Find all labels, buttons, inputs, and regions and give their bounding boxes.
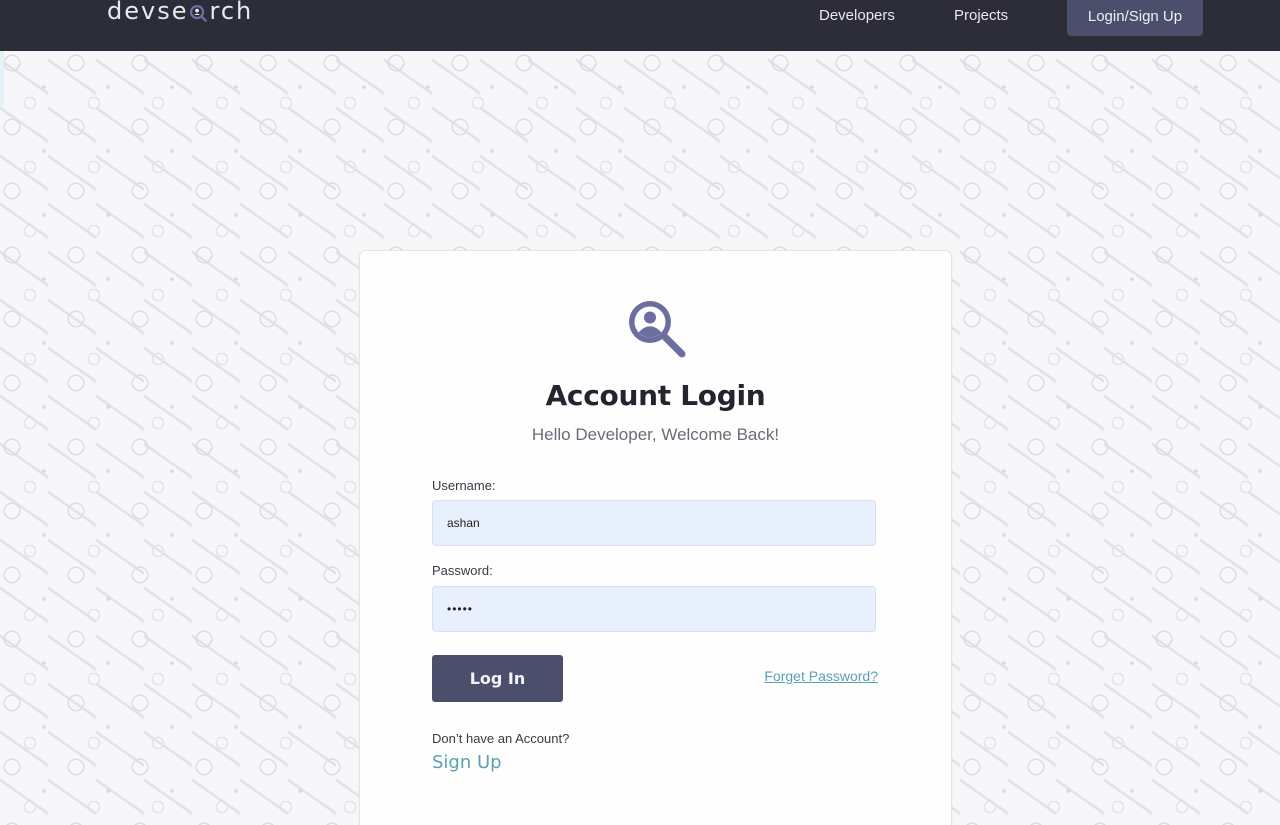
nav-projects-link[interactable]: Projects: [954, 0, 1008, 32]
password-label: Password:: [432, 563, 493, 578]
login-button[interactable]: Log In: [432, 655, 563, 702]
page-edge-strip: [0, 51, 4, 106]
password-input[interactable]: [432, 586, 876, 632]
login-card: Account Login Hello Developer, Welcome B…: [359, 250, 952, 825]
top-navbar: devse rch Developers Projects Login/Sign…: [0, 0, 1280, 51]
page-title: Account Login: [545, 379, 766, 412]
search-person-icon: [190, 4, 208, 22]
nav-login-signup-button[interactable]: Login/Sign Up: [1067, 0, 1203, 36]
signup-link[interactable]: Sign Up: [432, 752, 502, 773]
logo-text-left: devse: [107, 0, 189, 25]
forgot-password-link[interactable]: Forget Password?: [764, 668, 878, 684]
search-person-icon: [629, 301, 686, 358]
logo-text-right: rch: [209, 0, 254, 25]
logo[interactable]: devse rch: [107, 0, 253, 25]
username-input[interactable]: [432, 500, 876, 546]
username-label: Username:: [432, 478, 496, 493]
nav-developers-link[interactable]: Developers: [819, 0, 895, 32]
no-account-text: Don’t have an Account?: [432, 731, 570, 746]
page-subtitle: Hello Developer, Welcome Back!: [531, 425, 780, 444]
